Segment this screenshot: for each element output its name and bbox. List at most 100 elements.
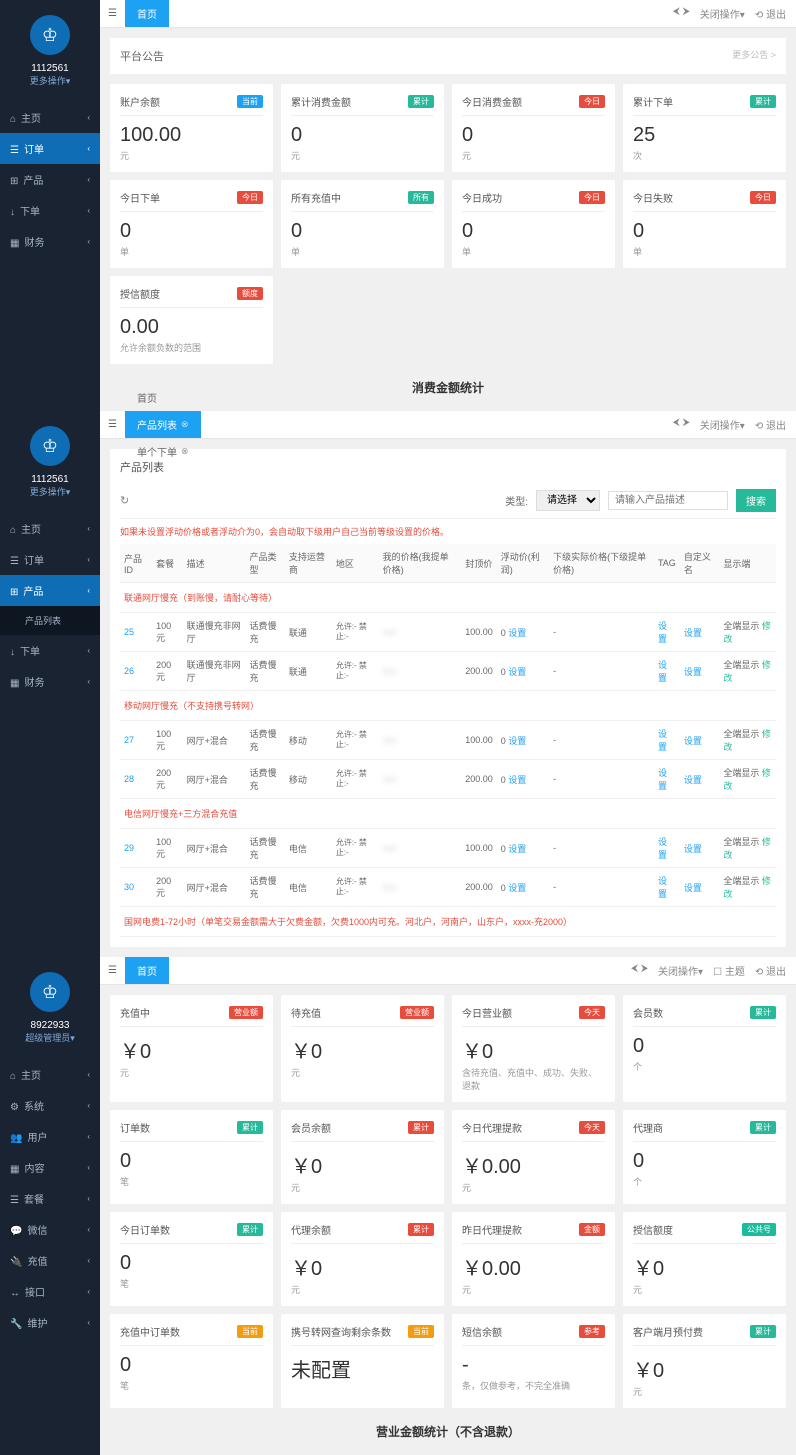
chevron-icon: ‹ <box>87 144 90 153</box>
set-link[interactable]: 设置 <box>508 844 526 854</box>
edit-link[interactable]: 修改 <box>723 768 771 791</box>
set-link[interactable]: 设置 <box>508 667 526 677</box>
sidebar-item[interactable]: 👥用户‹ <box>0 1121 100 1152</box>
tab[interactable]: 首页 <box>125 384 201 411</box>
sidebar-item[interactable]: ↓下单‹ <box>0 195 100 226</box>
set-link[interactable]: 设置 <box>508 628 526 638</box>
edit-link[interactable]: 修改 <box>723 837 771 860</box>
chevron-icon: ‹ <box>87 1194 90 1203</box>
set-link[interactable]: 设置 <box>508 736 526 746</box>
card-badge: 额度 <box>237 287 263 300</box>
sidebar-item[interactable]: ▦财务‹ <box>0 666 100 697</box>
edit-link[interactable]: 修改 <box>723 660 771 683</box>
theme-toggle[interactable]: ☐ 主题 <box>713 963 745 978</box>
table-header: 产品ID <box>120 544 152 583</box>
user-id: 8922933 <box>0 1020 100 1031</box>
product-id[interactable]: 30 <box>120 868 152 907</box>
cname-link[interactable]: 设置 <box>684 736 702 746</box>
tag-link[interactable]: 设置 <box>658 876 667 899</box>
nav-arrows[interactable]: ⮜ ⮞ <box>673 6 690 21</box>
sidebar-item[interactable]: 🔌充值‹ <box>0 1245 100 1276</box>
nav-icon: ▦ <box>10 238 19 249</box>
edit-link[interactable]: 修改 <box>723 621 771 644</box>
sidebar-item[interactable]: ⌂主页‹ <box>0 1059 100 1090</box>
sidebar-toggle-icon[interactable]: ☰ <box>100 965 125 976</box>
table-header: 套餐 <box>152 544 183 583</box>
sidebar-item[interactable]: ▦内容‹ <box>0 1152 100 1183</box>
section-title: 消费金额统计 <box>100 364 796 411</box>
sidebar-item[interactable]: ☰套餐‹ <box>0 1183 100 1214</box>
close-icon[interactable]: ⊗ <box>181 419 189 430</box>
set-link[interactable]: 设置 <box>508 775 526 785</box>
card-value: 25 <box>633 124 776 147</box>
tag-link[interactable]: 设置 <box>658 768 667 791</box>
tab[interactable]: 产品列表 ⊗ <box>125 411 201 438</box>
cname-link[interactable]: 设置 <box>684 883 702 893</box>
close-ops[interactable]: 关闭操作▾ <box>700 6 745 21</box>
more-actions[interactable]: 更多操作▾ <box>0 485 100 498</box>
close-ops[interactable]: 关闭操作▾ <box>700 417 745 432</box>
sidebar-toggle-icon[interactable]: ☰ <box>100 419 125 430</box>
nav-arrows[interactable]: ⮜ ⮞ <box>673 417 690 432</box>
nav-icon: ▦ <box>10 678 19 689</box>
logout-button[interactable]: ⟲ 退出 <box>755 6 786 21</box>
sidebar-item[interactable]: ⌂主页‹ <box>0 102 100 133</box>
sidebar-item[interactable]: ⊞产品‹ <box>0 575 100 606</box>
product-id[interactable]: 25 <box>120 613 152 652</box>
sidebar-item[interactable]: ☰订单‹ <box>0 133 100 164</box>
cname-link[interactable]: 设置 <box>684 628 702 638</box>
tab-home[interactable]: 首页 <box>125 957 169 984</box>
more-actions[interactable]: 更多操作▾ <box>0 74 100 87</box>
product-id[interactable]: 29 <box>120 829 152 868</box>
edit-link[interactable]: 修改 <box>723 729 771 752</box>
product-id[interactable]: 28 <box>120 760 152 799</box>
close-ops[interactable]: 关闭操作▾ <box>658 963 703 978</box>
card-unit: 元 <box>462 1283 605 1296</box>
tag-link[interactable]: 设置 <box>658 660 667 683</box>
sidebar-item[interactable]: ☰订单‹ <box>0 544 100 575</box>
cname-link[interactable]: 设置 <box>684 667 702 677</box>
table-header: 我的价格(我提单价格) <box>379 544 462 583</box>
sidebar-item[interactable]: 💬微信‹ <box>0 1214 100 1245</box>
card-value: 0 <box>120 1252 263 1275</box>
sidebar-toggle-icon[interactable]: ☰ <box>100 8 125 19</box>
search-button[interactable]: 搜索 <box>736 489 776 512</box>
product-id[interactable]: 26 <box>120 652 152 691</box>
more-actions[interactable]: 超级管理员▾ <box>0 1031 100 1044</box>
search-input[interactable] <box>608 491 728 510</box>
tag-link[interactable]: 设置 <box>658 729 667 752</box>
sidebar-item[interactable]: ⚙系统‹ <box>0 1090 100 1121</box>
logout-button[interactable]: ⟲ 退出 <box>755 417 786 432</box>
chevron-icon: ‹ <box>87 586 90 595</box>
refresh-icon[interactable]: ↻ <box>120 494 129 507</box>
stat-card: 累计消费金额累计0元 <box>281 84 444 172</box>
panel-products: ♔ 1112561 更多操作▾ ⌂主页‹☰订单‹⊞产品‹产品列表↓下单‹▦财务‹… <box>0 411 796 957</box>
tab-home[interactable]: 首页 <box>125 0 169 27</box>
cname-link[interactable]: 设置 <box>684 775 702 785</box>
set-link[interactable]: 设置 <box>508 883 526 893</box>
sidebar-item[interactable]: ↓下单‹ <box>0 635 100 666</box>
sidebar-item[interactable]: ↔接口‹ <box>0 1276 100 1307</box>
type-select[interactable]: 请选择 <box>536 490 600 511</box>
close-icon[interactable]: ⊗ <box>181 446 189 457</box>
cname-link[interactable]: 设置 <box>684 844 702 854</box>
tag-link[interactable]: 设置 <box>658 621 667 644</box>
tag-link[interactable]: 设置 <box>658 837 667 860</box>
product-id[interactable]: 27 <box>120 721 152 760</box>
card-title: 今日成功 <box>462 190 502 205</box>
card-title: 代理余额 <box>291 1222 331 1237</box>
nav-arrows[interactable]: ⮜ ⮞ <box>631 963 648 978</box>
sidebar-item[interactable]: ⊞产品‹ <box>0 164 100 195</box>
sidebar-item[interactable]: 产品列表 <box>0 606 100 635</box>
sidebar-item[interactable]: 🔧维护‹ <box>0 1307 100 1338</box>
sidebar-item[interactable]: ▦财务‹ <box>0 226 100 257</box>
edit-link[interactable]: 修改 <box>723 876 771 899</box>
card-badge: 当前 <box>237 95 263 108</box>
card-value: ￥0 <box>462 1035 605 1064</box>
stat-card: 订单数累计0笔 <box>110 1110 273 1204</box>
notice-more[interactable]: 更多公告 > <box>732 48 776 64</box>
logout-button[interactable]: ⟲ 退出 <box>755 963 786 978</box>
logo-icon: ♔ <box>30 972 70 1012</box>
sidebar-item[interactable]: ⌂主页‹ <box>0 513 100 544</box>
topbar: ☰ 首页 ⮜ ⮞ 关闭操作▾ ⟲ 退出 <box>100 0 796 28</box>
